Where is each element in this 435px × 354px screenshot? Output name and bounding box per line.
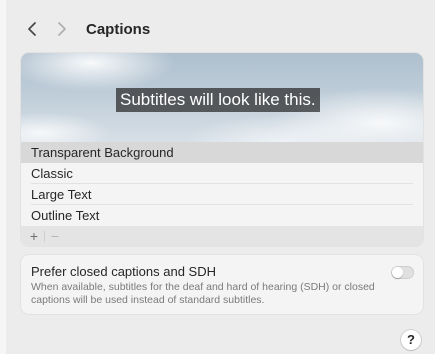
style-row-transparent-background[interactable]: Transparent Background — [21, 142, 423, 163]
forward-button[interactable] — [50, 17, 74, 41]
style-row-label: Outline Text — [31, 208, 100, 223]
sdh-toggle[interactable] — [391, 266, 414, 279]
style-row-large-text[interactable]: Large Text — [21, 184, 423, 205]
toggle-knob — [392, 267, 403, 278]
caption-styles-list: Transparent Background Classic Large Tex… — [21, 142, 423, 226]
captions-window: Captions Subtitles will look like this. … — [0, 0, 435, 354]
list-edit-toolbar: + − — [21, 226, 423, 246]
page-title: Captions — [86, 20, 151, 38]
style-row-outline-text[interactable]: Outline Text — [21, 205, 423, 226]
sdh-title: Prefer closed captions and SDH — [31, 264, 216, 279]
caption-style-card: Subtitles will look like this. Transpare… — [21, 53, 423, 246]
toolbar: Captions — [6, 0, 435, 58]
chevron-left-icon — [28, 22, 36, 36]
style-row-label: Classic — [31, 166, 73, 181]
help-button[interactable]: ? — [401, 330, 421, 350]
caption-preview: Subtitles will look like this. — [21, 53, 423, 142]
add-style-button[interactable]: + — [27, 226, 41, 246]
back-button[interactable] — [20, 17, 44, 41]
toolbar-divider — [44, 230, 45, 242]
style-row-classic[interactable]: Classic — [21, 163, 423, 184]
chevron-right-icon — [58, 22, 66, 36]
remove-style-button[interactable]: − — [48, 226, 62, 246]
sdh-preference-card: Prefer closed captions and SDH When avai… — [21, 255, 423, 314]
style-row-label: Large Text — [31, 187, 92, 202]
sdh-description: When available, subtitles for the deaf a… — [31, 281, 375, 306]
subtitle-sample-text: Subtitles will look like this. — [116, 88, 320, 112]
style-row-label: Transparent Background — [31, 145, 174, 160]
